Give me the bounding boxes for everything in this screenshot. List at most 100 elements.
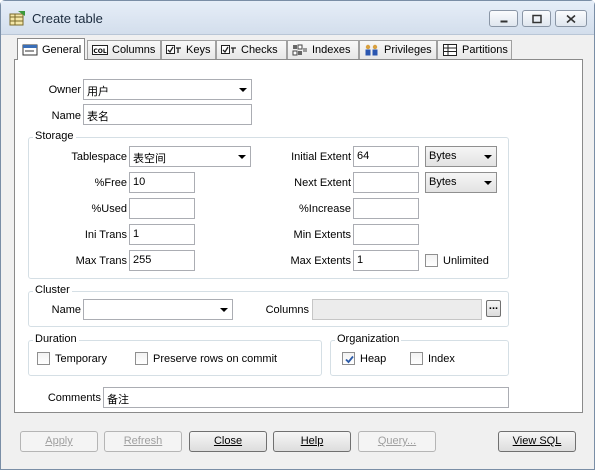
tab-label: Columns xyxy=(112,44,156,56)
preserve-rows-checkbox[interactable]: Preserve rows on commit xyxy=(135,352,277,365)
initial-extent-field[interactable]: 64 xyxy=(353,146,419,167)
checkbox-box xyxy=(37,352,50,365)
max-extents-field[interactable]: 1 xyxy=(353,250,419,271)
owner-label: Owner xyxy=(48,84,81,96)
cluster-group-title: Cluster xyxy=(33,284,72,296)
create-table-window: Create table General COL Columns Keys Ch… xyxy=(0,0,595,470)
max-trans-field[interactable]: 255 xyxy=(129,250,195,271)
heap-checkbox[interactable]: Heap xyxy=(342,352,386,365)
owner-select[interactable]: 用户 xyxy=(83,79,252,100)
tab-label: Keys xyxy=(186,44,211,56)
general-tab-panel: Owner 用户 Name 表名 Storage Tablespace 表空间 … xyxy=(14,59,583,413)
tab-label: Indexes xyxy=(312,44,351,56)
general-tab-icon xyxy=(22,44,38,55)
max-extents-label: Max Extents xyxy=(290,255,351,267)
tab-partitions[interactable]: Partitions xyxy=(437,40,512,59)
used-field[interactable] xyxy=(129,198,195,219)
table-app-icon xyxy=(9,11,25,26)
duration-group-title: Duration xyxy=(33,333,79,345)
tab-label: Checks xyxy=(241,44,278,56)
tab-privileges[interactable]: Privileges xyxy=(359,40,437,59)
comments-field[interactable]: 备注 xyxy=(103,387,509,408)
table-name-field[interactable]: 表名 xyxy=(83,104,252,125)
increase-label: %Increase xyxy=(299,203,351,215)
refresh-button[interactable]: Refresh xyxy=(104,431,182,452)
query-button[interactable]: Query... xyxy=(358,431,436,452)
tab-keys[interactable]: Keys xyxy=(161,40,216,59)
tab-checks[interactable]: Checks xyxy=(216,40,287,59)
checkbox-box xyxy=(425,254,438,267)
free-field[interactable]: 10 xyxy=(129,172,195,193)
next-extent-unit-select[interactable]: Bytes xyxy=(425,172,497,193)
unlimited-checkbox[interactable]: Unlimited xyxy=(425,254,489,267)
checkbox-box xyxy=(135,352,148,365)
checkbox-box xyxy=(342,352,355,365)
view-sql-button[interactable]: View SQL xyxy=(498,431,576,452)
indexes-tab-icon xyxy=(292,44,307,56)
maximize-button[interactable] xyxy=(522,10,551,27)
checks-tab-icon xyxy=(221,45,236,54)
apply-button[interactable]: Apply xyxy=(20,431,98,452)
tablespace-value: 表空间 xyxy=(133,153,166,165)
initial-extent-unit-select[interactable]: Bytes xyxy=(425,146,497,167)
minimize-icon xyxy=(500,20,507,22)
ini-trans-field[interactable]: 1 xyxy=(129,224,195,245)
close-button[interactable]: Close xyxy=(189,431,267,452)
index-checkbox[interactable]: Index xyxy=(410,352,455,365)
chevron-down-icon xyxy=(238,155,246,159)
maximize-icon xyxy=(531,14,542,23)
title-bar: Create table xyxy=(1,1,594,35)
temporary-label: Temporary xyxy=(55,352,107,365)
min-extents-label: Min Extents xyxy=(293,229,351,241)
close-icon xyxy=(566,14,576,23)
tablespace-label: Tablespace xyxy=(71,151,127,163)
tab-columns[interactable]: COL Columns xyxy=(87,40,161,59)
tab-indexes[interactable]: Indexes xyxy=(287,40,359,59)
unlimited-label: Unlimited xyxy=(443,254,489,267)
tab-general[interactable]: General xyxy=(17,38,85,60)
checkbox-box xyxy=(410,352,423,365)
comments-label: Comments xyxy=(47,392,101,404)
preserve-rows-label: Preserve rows on commit xyxy=(153,352,278,365)
cluster-columns-browse-button[interactable]: ... xyxy=(486,300,501,317)
chevron-down-icon xyxy=(220,308,228,312)
cluster-columns-field[interactable] xyxy=(312,299,482,320)
temporary-checkbox[interactable]: Temporary xyxy=(37,352,107,365)
cluster-name-label: Name xyxy=(51,304,81,316)
free-label: %Free xyxy=(94,177,127,189)
heap-label: Heap xyxy=(360,352,387,365)
tab-label: General xyxy=(42,43,82,56)
window-title: Create table xyxy=(32,11,103,26)
svg-text:COL: COL xyxy=(93,48,107,55)
initial-extent-unit: Bytes xyxy=(429,150,457,162)
minimize-button[interactable] xyxy=(489,10,518,27)
chevron-down-icon xyxy=(484,181,492,185)
help-button[interactable]: Help xyxy=(273,431,351,452)
next-extent-unit: Bytes xyxy=(429,176,457,188)
tablespace-select[interactable]: 表空间 xyxy=(129,146,251,167)
close-window-button[interactable] xyxy=(555,10,587,27)
ini-trans-label: Ini Trans xyxy=(84,229,127,241)
chevron-down-icon xyxy=(484,155,492,159)
used-label: %Used xyxy=(91,203,127,215)
checkmark-icon xyxy=(345,355,354,364)
partitions-tab-icon xyxy=(443,44,457,56)
organization-group-title: Organization xyxy=(335,333,402,345)
increase-field[interactable] xyxy=(353,198,419,219)
owner-value: 用户 xyxy=(87,86,109,98)
cluster-columns-label: Columns xyxy=(265,304,309,316)
storage-group-title: Storage xyxy=(33,130,76,142)
index-label: Index xyxy=(428,352,455,365)
keys-tab-icon xyxy=(166,45,181,54)
name-label: Name xyxy=(51,110,81,122)
next-extent-field[interactable] xyxy=(353,172,419,193)
next-extent-label: Next Extent xyxy=(294,177,351,189)
cluster-name-select[interactable] xyxy=(83,299,233,320)
min-extents-field[interactable] xyxy=(353,224,419,245)
columns-tab-icon: COL xyxy=(92,45,108,55)
tab-label: Partitions xyxy=(462,44,508,56)
tab-label: Privileges xyxy=(384,44,432,56)
chevron-down-icon xyxy=(239,88,247,92)
privileges-tab-icon xyxy=(365,44,378,56)
initial-extent-label: Initial Extent xyxy=(291,151,351,163)
